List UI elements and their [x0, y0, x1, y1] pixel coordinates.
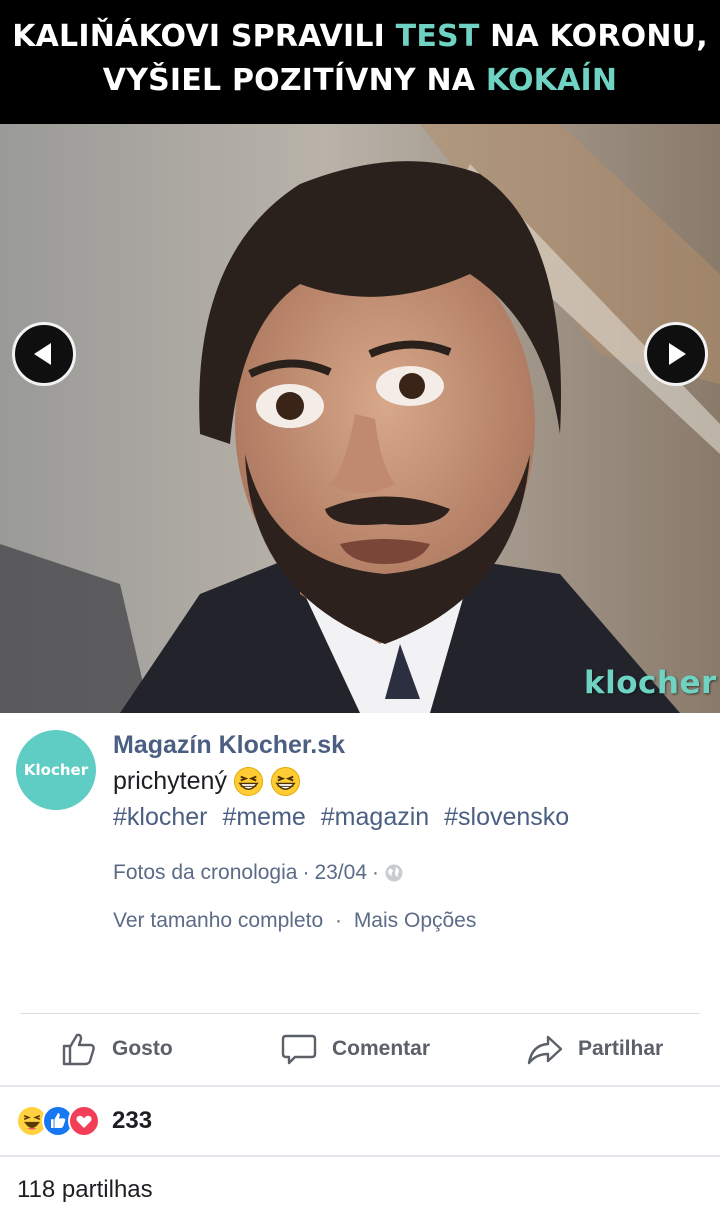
chevron-right-icon [669, 343, 686, 365]
post-meta: Fotos da cronologia · 23/04 · [113, 861, 404, 885]
separator: · [334, 909, 342, 932]
post-date[interactable]: 23/04 [314, 861, 367, 885]
share-count[interactable]: 118 partilhas [17, 1176, 153, 1204]
headline-text: NA KORONU, [490, 19, 708, 54]
grinning-squinting-face-icon [233, 766, 263, 797]
like-label: Gosto [112, 1037, 173, 1060]
share-button[interactable]: Partilhar [526, 1014, 663, 1084]
like-button[interactable]: Gosto [60, 1014, 173, 1084]
post-caption: prichytený [113, 766, 301, 797]
meme-headline: KALIŇÁKOVI SPRAVILI TEST NA KORONU, VYŠI… [0, 0, 720, 124]
next-photo-button[interactable] [644, 322, 708, 386]
separator: · [302, 861, 310, 884]
page-avatar[interactable]: Klocher [16, 730, 96, 810]
hashtag-list: #klocher #meme #magazin #slovensko [113, 803, 577, 832]
hashtag-link[interactable]: #slovensko [444, 803, 569, 831]
avatar-logo-text: Klocher [23, 761, 89, 779]
post-actions-bar: Gosto Comentar Partilhar [0, 1014, 720, 1084]
headline-line-2: VYŠIEL POZITÍVNY NA KOKAÍN [0, 59, 720, 103]
share-arrow-icon [527, 1035, 563, 1065]
chevron-left-icon [34, 343, 51, 365]
divider [0, 1155, 720, 1157]
love-reaction-icon [68, 1105, 100, 1137]
photo-watermark: klocher [584, 665, 717, 701]
thumbs-up-icon [62, 1033, 95, 1066]
headline-highlight: KOKAÍN [485, 63, 618, 98]
globe-icon [385, 864, 403, 882]
portrait-photo [0, 124, 720, 713]
headline-line-1: KALIŇÁKOVI SPRAVILI TEST NA KORONU, [0, 15, 720, 59]
post-photo[interactable]: KALIŇÁKOVI SPRAVILI TEST NA KORONU, VYŠI… [0, 0, 720, 713]
caption-text: prichytený [113, 767, 227, 795]
previous-photo-button[interactable] [12, 322, 76, 386]
headline-text: KALIŇÁKOVI SPRAVILI [12, 19, 386, 54]
view-full-size-link[interactable]: Ver tamanho completo [113, 909, 323, 932]
hashtag-link[interactable]: #klocher [113, 803, 208, 831]
reaction-count: 233 [112, 1107, 153, 1134]
grinning-squinting-face-icon [270, 766, 300, 797]
comment-label: Comentar [332, 1037, 431, 1060]
more-options-link[interactable]: Mais Opções [354, 909, 477, 932]
headline-text: VYŠIEL POZITÍVNY NA [102, 63, 476, 98]
album-link[interactable]: Fotos da cronologia [113, 861, 297, 885]
page-name-link[interactable]: Magazín Klocher.sk [113, 731, 345, 760]
divider [0, 1085, 720, 1087]
headline-highlight: TEST [395, 19, 480, 54]
share-label: Partilhar [578, 1037, 664, 1060]
hashtag-link[interactable]: #magazin [321, 803, 429, 831]
comment-bubble-icon [281, 1034, 317, 1065]
separator: · [372, 861, 380, 884]
photo-options: Ver tamanho completo · Mais Opções [113, 909, 476, 933]
reactions-summary[interactable]: 233 [16, 1102, 152, 1140]
hashtag-link[interactable]: #meme [222, 803, 305, 831]
comment-button[interactable]: Comentar [280, 1014, 430, 1084]
